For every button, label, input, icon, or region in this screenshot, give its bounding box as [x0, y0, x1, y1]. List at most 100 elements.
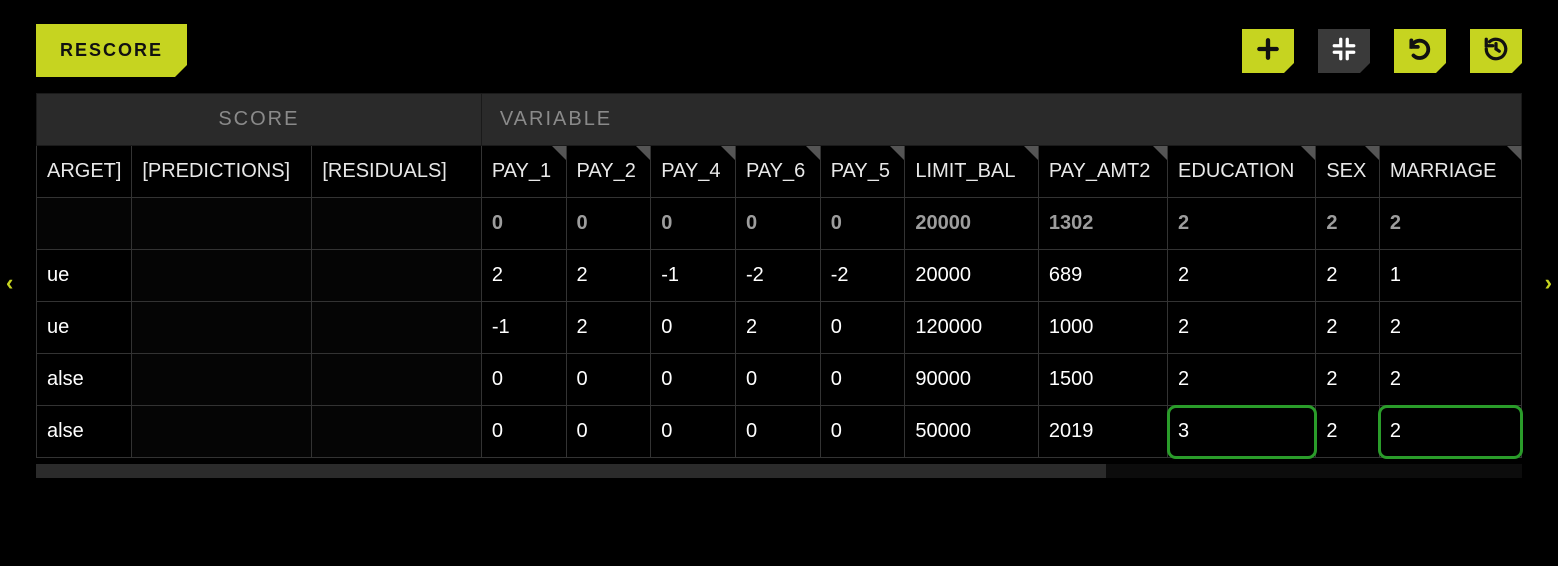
cell-var[interactable]: 20000	[905, 250, 1038, 302]
cell-var[interactable]: 0	[651, 406, 736, 458]
cell-target[interactable]: ue	[37, 250, 132, 302]
cell-var[interactable]: 2	[1316, 302, 1380, 354]
cell-var[interactable]: 50000	[905, 406, 1038, 458]
cell-target[interactable]: ue	[37, 302, 132, 354]
col-pay5[interactable]: PAY_5	[820, 146, 905, 198]
cell-var[interactable]: 2	[1168, 354, 1316, 406]
cell-var[interactable]: -2	[735, 250, 820, 302]
history-button[interactable]	[1470, 29, 1522, 73]
cell-var[interactable]: 0	[651, 354, 736, 406]
cell-var[interactable]: 0	[481, 406, 566, 458]
cell-var[interactable]: 2	[735, 302, 820, 354]
cell-var[interactable]: 0	[651, 302, 736, 354]
cell-target[interactable]: alse	[37, 406, 132, 458]
cell-predictions[interactable]	[132, 198, 312, 250]
cell-var[interactable]: 2	[1168, 198, 1316, 250]
cell-var[interactable]: 2019	[1038, 406, 1167, 458]
cell-residuals[interactable]	[312, 354, 481, 406]
column-header-row: ARGET] [PREDICTIONS] [RESIDUALS] PAY_1 P…	[37, 146, 1522, 198]
cell-var[interactable]: 0	[481, 198, 566, 250]
cell-var[interactable]: 1302	[1038, 198, 1167, 250]
col-residuals[interactable]: [RESIDUALS]	[312, 146, 481, 198]
cell-var[interactable]: 1500	[1038, 354, 1167, 406]
compress-button[interactable]	[1318, 29, 1370, 73]
cell-var[interactable]: 0	[735, 354, 820, 406]
group-header-score: SCORE	[37, 94, 482, 146]
cell-var[interactable]: 2	[1168, 250, 1316, 302]
cell-var[interactable]: 2	[1316, 198, 1380, 250]
scrollbar-thumb[interactable]	[36, 464, 1106, 478]
col-sex[interactable]: SEX	[1316, 146, 1380, 198]
cell-var[interactable]: 0	[566, 354, 651, 406]
cell-var[interactable]: 2	[1316, 250, 1380, 302]
horizontal-scrollbar[interactable]	[36, 464, 1522, 478]
cell-residuals[interactable]	[312, 302, 481, 354]
cell-var[interactable]: 2	[1168, 302, 1316, 354]
cell-predictions[interactable]	[132, 302, 312, 354]
cell-var[interactable]: 90000	[905, 354, 1038, 406]
col-pay1[interactable]: PAY_1	[481, 146, 566, 198]
cell-var[interactable]: 689	[1038, 250, 1167, 302]
col-payamt2[interactable]: PAY_AMT2	[1038, 146, 1167, 198]
cell-var[interactable]: 2	[1316, 406, 1380, 458]
cell-var[interactable]: 0	[820, 302, 905, 354]
cell-predictions[interactable]	[132, 250, 312, 302]
cell-var[interactable]: 0	[651, 198, 736, 250]
cell-var[interactable]: 0	[820, 406, 905, 458]
cell-var[interactable]: 2	[566, 250, 651, 302]
table-body: 00000200001302222ue22-1-2-220000689221ue…	[37, 198, 1522, 458]
cell-predictions[interactable]	[132, 406, 312, 458]
add-button[interactable]	[1242, 29, 1294, 73]
rescore-button[interactable]: RESCORE	[36, 24, 187, 77]
cell-target[interactable]: alse	[37, 354, 132, 406]
cell-var[interactable]: 2	[1379, 302, 1521, 354]
cell-residuals[interactable]	[312, 250, 481, 302]
group-header-row: SCORE VARIABLE	[37, 94, 1522, 146]
cell-var[interactable]: 0	[735, 406, 820, 458]
cell-var[interactable]: 120000	[905, 302, 1038, 354]
compress-icon	[1331, 36, 1357, 65]
table-row[interactable]: ue-120201200001000222	[37, 302, 1522, 354]
cell-var[interactable]: 0	[481, 354, 566, 406]
table-row[interactable]: alse00000500002019322	[37, 406, 1522, 458]
table-row[interactable]: alse00000900001500222	[37, 354, 1522, 406]
data-table: SCORE VARIABLE ARGET] [PREDICTIONS] [RES…	[36, 93, 1522, 458]
cell-var[interactable]: 0	[820, 354, 905, 406]
cell-target[interactable]	[37, 198, 132, 250]
cell-var[interactable]: 2	[1379, 354, 1521, 406]
cell-var[interactable]: 1	[1379, 250, 1521, 302]
table-row[interactable]: 00000200001302222	[37, 198, 1522, 250]
cell-var[interactable]: -1	[651, 250, 736, 302]
cell-var[interactable]: 0	[566, 198, 651, 250]
table-row[interactable]: ue22-1-2-220000689221	[37, 250, 1522, 302]
cell-var[interactable]: 2	[566, 302, 651, 354]
cell-var[interactable]: 20000	[905, 198, 1038, 250]
cell-var[interactable]: 1000	[1038, 302, 1167, 354]
page-prev[interactable]: ‹	[6, 270, 13, 296]
undo-button[interactable]	[1394, 29, 1446, 73]
cell-var[interactable]: 2	[1379, 406, 1521, 458]
cell-var[interactable]: -2	[820, 250, 905, 302]
col-pay4[interactable]: PAY_4	[651, 146, 736, 198]
cell-residuals[interactable]	[312, 198, 481, 250]
col-marriage[interactable]: MARRIAGE	[1379, 146, 1521, 198]
cell-var[interactable]: -1	[481, 302, 566, 354]
toolbar-icon-group	[1242, 29, 1522, 73]
cell-var[interactable]: 0	[566, 406, 651, 458]
cell-predictions[interactable]	[132, 354, 312, 406]
col-education[interactable]: EDUCATION	[1168, 146, 1316, 198]
cell-var[interactable]: 3	[1168, 406, 1316, 458]
page-next[interactable]: ›	[1545, 270, 1552, 296]
col-pay2[interactable]: PAY_2	[566, 146, 651, 198]
cell-var[interactable]: 2	[1316, 354, 1380, 406]
cell-var[interactable]: 0	[820, 198, 905, 250]
cell-var[interactable]: 0	[735, 198, 820, 250]
history-icon	[1483, 36, 1509, 65]
col-limitbal[interactable]: LIMIT_BAL	[905, 146, 1038, 198]
cell-var[interactable]: 2	[481, 250, 566, 302]
col-target[interactable]: ARGET]	[37, 146, 132, 198]
cell-var[interactable]: 2	[1379, 198, 1521, 250]
col-predictions[interactable]: [PREDICTIONS]	[132, 146, 312, 198]
cell-residuals[interactable]	[312, 406, 481, 458]
col-pay6[interactable]: PAY_6	[735, 146, 820, 198]
